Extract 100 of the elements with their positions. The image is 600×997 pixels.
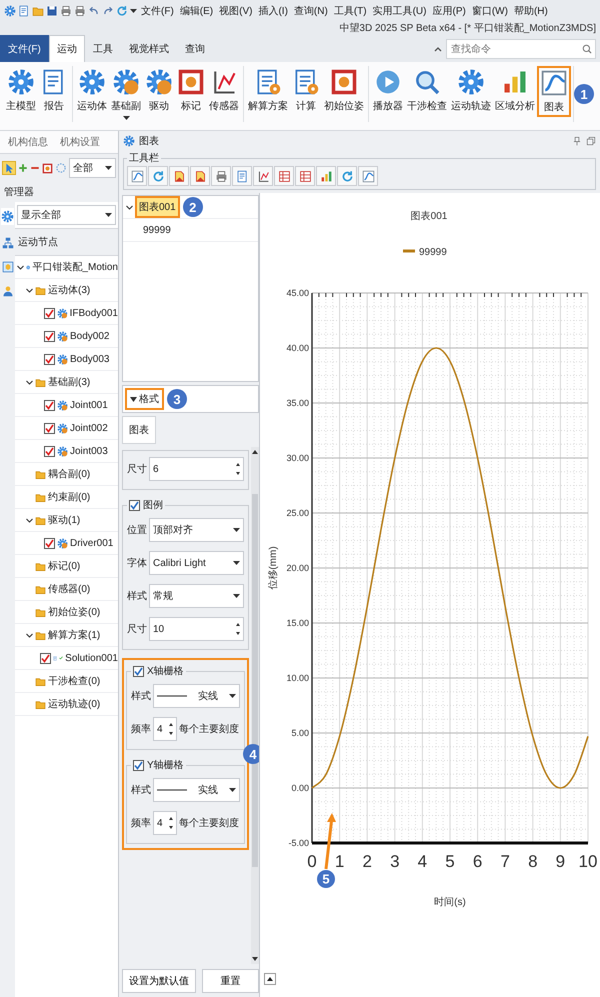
tree-item[interactable]: Joint003 bbox=[70, 446, 108, 456]
menu-item[interactable]: 视图(V) bbox=[217, 4, 254, 18]
chevron-icon[interactable] bbox=[26, 378, 33, 386]
tab[interactable]: 图表 bbox=[122, 416, 156, 444]
ribbon-button[interactable]: 运动轨迹 bbox=[449, 66, 493, 115]
menu-item[interactable]: 插入(I) bbox=[256, 4, 290, 18]
checkbox[interactable] bbox=[44, 538, 55, 548]
dropdown[interactable]: Calibri Light bbox=[149, 551, 244, 575]
dropdown[interactable]: 实线 bbox=[153, 684, 240, 708]
spin-box[interactable]: 6 bbox=[149, 457, 244, 481]
tree-item[interactable]: 驱动(1) bbox=[48, 513, 80, 527]
ribbon-button[interactable]: 干涉检查 bbox=[405, 66, 449, 115]
plus-icon[interactable] bbox=[18, 163, 28, 173]
ribbon-button[interactable]: 图表 bbox=[537, 66, 571, 117]
tab[interactable]: 查询 bbox=[176, 35, 213, 63]
refresh-icon[interactable] bbox=[116, 5, 128, 17]
search-icon[interactable] bbox=[582, 44, 592, 54]
undo-icon[interactable] bbox=[88, 5, 100, 17]
toolbar-button[interactable] bbox=[358, 166, 378, 186]
ribbon-button[interactable]: 运动体 bbox=[75, 66, 109, 115]
tree-item[interactable]: 干涉检查(0) bbox=[48, 674, 100, 688]
dropdown[interactable]: 顶部对齐 bbox=[149, 518, 244, 542]
toolbar-button[interactable] bbox=[148, 166, 168, 186]
chevron-icon[interactable] bbox=[126, 204, 133, 210]
tree-item[interactable]: 解算方案(1) bbox=[48, 628, 100, 642]
dropdown[interactable]: 常规 bbox=[149, 584, 244, 608]
printer-icon[interactable] bbox=[60, 5, 72, 17]
ribbon-button[interactable]: 标记 bbox=[175, 66, 207, 115]
gear-icon[interactable] bbox=[1, 208, 14, 225]
spin-arrows-icon[interactable] bbox=[169, 723, 173, 735]
scroll-up-button[interactable] bbox=[264, 973, 276, 985]
button[interactable]: 设置为默认值 bbox=[122, 969, 196, 993]
spin-box[interactable]: 10 bbox=[149, 617, 244, 641]
cursor-icon[interactable] bbox=[2, 161, 16, 175]
ribbon-button[interactable]: 区域分析 bbox=[493, 66, 537, 115]
box-icon[interactable] bbox=[2, 261, 14, 273]
menu-item[interactable]: 应用(P) bbox=[430, 4, 468, 18]
ribbon-button[interactable]: 播放器 bbox=[371, 66, 405, 115]
toolbar-button[interactable] bbox=[211, 166, 231, 186]
checkbox[interactable] bbox=[44, 400, 55, 410]
tree-item[interactable]: 传感器(0) bbox=[48, 582, 90, 596]
toolbar-button[interactable] bbox=[295, 166, 315, 186]
redo-icon[interactable] bbox=[102, 5, 114, 17]
tree-item[interactable]: 初始位姿(0) bbox=[48, 605, 100, 619]
tab[interactable]: 视觉样式 bbox=[120, 35, 177, 63]
chevron-icon[interactable] bbox=[26, 516, 33, 524]
tree-item[interactable]: Solution001 bbox=[65, 652, 118, 664]
tab[interactable]: 工具 bbox=[84, 35, 121, 63]
tree-item[interactable]: 运动体(3) bbox=[48, 283, 90, 297]
frame-gear-icon[interactable] bbox=[42, 162, 53, 174]
arrow-down-icon[interactable] bbox=[252, 957, 258, 961]
gear-icon[interactable] bbox=[4, 5, 16, 17]
ribbon-button[interactable]: 基础副 bbox=[109, 66, 143, 122]
tree-item[interactable]: Driver001 bbox=[70, 538, 114, 548]
checkbox[interactable] bbox=[133, 760, 144, 770]
tree-item[interactable]: Body002 bbox=[70, 330, 110, 342]
chevron-icon[interactable] bbox=[17, 264, 24, 270]
tree-item[interactable]: Joint001 bbox=[70, 400, 108, 410]
toolbar-button[interactable] bbox=[169, 166, 189, 186]
list-item[interactable]: 图表001 bbox=[135, 196, 180, 218]
spin-arrows-icon[interactable] bbox=[236, 623, 240, 635]
tab[interactable]: 文件(F) bbox=[0, 35, 49, 63]
menu-item[interactable]: 工具(T) bbox=[332, 4, 369, 18]
checkbox[interactable] bbox=[44, 354, 55, 364]
list-item[interactable]: 99999 bbox=[139, 220, 175, 240]
spin-arrows-icon[interactable] bbox=[169, 817, 173, 829]
toolbar-button[interactable] bbox=[127, 166, 147, 186]
checkbox[interactable] bbox=[44, 422, 55, 434]
restore-icon[interactable] bbox=[586, 136, 596, 146]
spin-arrows-icon[interactable] bbox=[236, 463, 240, 475]
menu-item[interactable]: 编辑(E) bbox=[178, 4, 216, 18]
dropdown[interactable]: 实线 bbox=[153, 778, 240, 802]
dotted-circle-icon[interactable] bbox=[55, 162, 67, 174]
chevron-up-icon[interactable] bbox=[434, 46, 442, 52]
scrollbar[interactable] bbox=[251, 447, 259, 964]
chevron-icon[interactable] bbox=[26, 632, 33, 638]
triangle-icon[interactable] bbox=[130, 396, 137, 402]
checkbox[interactable] bbox=[40, 652, 51, 664]
checkbox[interactable] bbox=[129, 500, 140, 510]
tree-item[interactable]: 耦合副(0) bbox=[48, 467, 90, 481]
tree-item[interactable]: 运动轨迹(0) bbox=[48, 697, 100, 711]
section-header[interactable]: 格式 bbox=[125, 388, 164, 410]
document-icon[interactable] bbox=[18, 5, 30, 17]
toolbar-button[interactable] bbox=[316, 166, 336, 186]
toolbar-button[interactable] bbox=[337, 166, 357, 186]
arrow-up-icon[interactable] bbox=[252, 450, 258, 454]
toolbar-button[interactable] bbox=[253, 166, 273, 186]
dropdown[interactable]: 全部 bbox=[69, 158, 116, 178]
tree-item[interactable]: Body003 bbox=[70, 354, 110, 364]
spin-box[interactable]: 4 bbox=[153, 811, 177, 835]
pin-icon[interactable] bbox=[572, 136, 582, 146]
tree-item[interactable]: 标记(0) bbox=[48, 559, 80, 573]
button[interactable]: 重置 bbox=[202, 969, 259, 993]
ribbon-button[interactable]: 初始位姿 bbox=[322, 66, 366, 115]
menu-item[interactable]: 帮助(H) bbox=[512, 4, 550, 18]
ribbon-button[interactable]: 解算方案 bbox=[246, 66, 290, 115]
spin-box[interactable]: 4 bbox=[153, 717, 177, 741]
person-icon[interactable] bbox=[2, 285, 14, 297]
ribbon-button[interactable]: 驱动 bbox=[143, 66, 175, 115]
search-field[interactable]: 查找命令 bbox=[446, 39, 596, 59]
